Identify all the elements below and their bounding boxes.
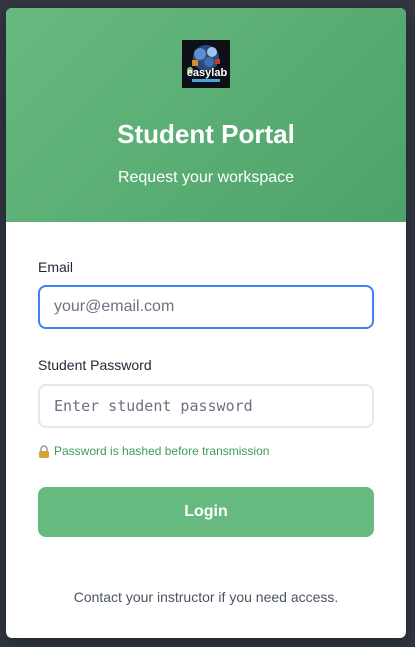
- login-card: easylab Student Portal Request your work…: [6, 8, 406, 638]
- security-hint: Password is hashed before transmission: [38, 443, 269, 459]
- footer-note: Contact your instructor if you need acce…: [73, 589, 339, 605]
- password-field[interactable]: [38, 384, 374, 428]
- easylab-logo: easylab: [182, 40, 230, 88]
- login-button[interactable]: Login: [38, 487, 374, 537]
- security-hint-text: Password is hashed before transmission: [54, 444, 270, 458]
- page-subtitle: Request your workspace: [117, 169, 295, 186]
- header-banner: easylab Student Portal Request your work…: [6, 8, 406, 222]
- email-label: Email: [38, 259, 74, 275]
- lock-icon: [38, 444, 50, 458]
- logo-wordmark: easylab: [187, 67, 228, 79]
- page-title: Student Portal: [117, 119, 295, 149]
- email-field[interactable]: [38, 285, 374, 329]
- password-label: Student Password: [38, 357, 152, 373]
